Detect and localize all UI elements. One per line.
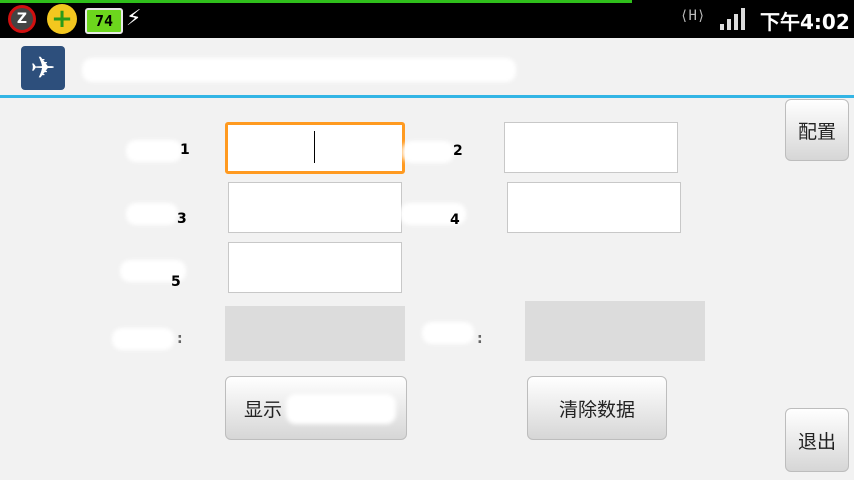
field2-input[interactable] <box>504 122 678 173</box>
show-button-label: 显示 <box>244 398 283 421</box>
field1-input[interactable] <box>225 122 405 174</box>
field4-input[interactable] <box>507 182 681 233</box>
text-cursor <box>314 131 315 163</box>
result1-label-redaction <box>112 328 174 350</box>
show-button-redaction <box>286 394 396 424</box>
label-redaction-2 <box>402 141 454 163</box>
config-button[interactable]: 配置 <box>785 99 849 161</box>
field3-label: 3 <box>177 211 187 227</box>
field2-label: 2 <box>453 143 463 159</box>
field1-label: 1 <box>180 142 190 158</box>
result2-label: : <box>477 331 483 347</box>
field3-input[interactable] <box>228 182 402 233</box>
field5-label: 5 <box>171 274 181 290</box>
network-type-icon: ⟨H⟩ <box>680 8 706 24</box>
field4-label: 4 <box>450 212 460 228</box>
result2-label-redaction <box>422 322 474 344</box>
plus-app-icon: + <box>47 4 77 34</box>
result1-label: : <box>177 331 183 347</box>
battery-level: 74 <box>94 12 114 30</box>
title-divider <box>0 95 854 98</box>
usb-icon: ⚡ <box>126 6 142 31</box>
network-type: H <box>688 8 697 24</box>
z-notification-icon: Z <box>8 5 36 33</box>
airplane-icon: ✈ <box>21 46 65 90</box>
exit-button[interactable]: 退出 <box>785 408 849 472</box>
label-redaction-3 <box>126 203 178 225</box>
label-redaction-1 <box>126 140 182 162</box>
clear-data-button[interactable]: 清除数据 <box>527 376 667 440</box>
result1-value <box>225 306 405 361</box>
signal-icon <box>720 8 746 30</box>
status-progress-line <box>0 0 632 3</box>
battery-icon: 74 <box>85 8 123 34</box>
title-redaction <box>82 58 516 82</box>
status-clock: 下午4:02 <box>760 10 850 34</box>
field5-input[interactable] <box>228 242 402 293</box>
result2-value <box>525 301 705 361</box>
